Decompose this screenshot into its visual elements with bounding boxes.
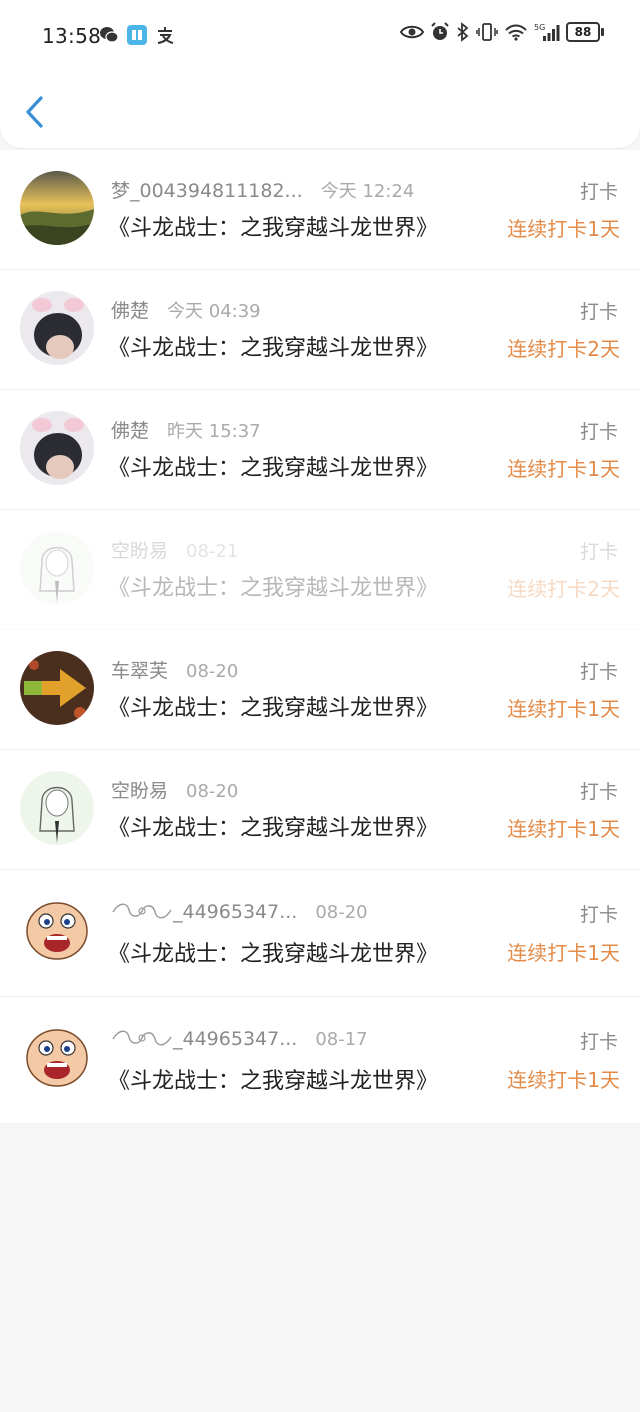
- chevron-left-icon: [26, 96, 43, 128]
- post-date: 08-21: [186, 541, 239, 562]
- notification-icons: [99, 25, 175, 45]
- checkin-label: 打卡: [579, 1031, 618, 1053]
- list-item[interactable]: 空盼易 08-21 《斗龙战士：之我穿越斗龙世界》 打卡 连续打卡2天: [0, 510, 640, 630]
- alipay-icon: [157, 27, 174, 44]
- streak-badge: 连续打卡1天: [507, 217, 620, 241]
- checkin-label: 打卡: [579, 421, 618, 443]
- user-meta: _44965347... 08-17: [111, 1027, 368, 1050]
- svg-text:5G: 5G: [534, 23, 545, 32]
- avatar[interactable]: [20, 771, 94, 845]
- streak-badge: 连续打卡1天: [507, 941, 620, 965]
- streak-badge: 连续打卡2天: [507, 577, 620, 601]
- book-title[interactable]: 《斗龙战士：之我穿越斗龙世界》: [108, 210, 438, 242]
- post-date: 08-20: [315, 902, 368, 923]
- decorative-name-prefix-icon: [112, 1030, 172, 1046]
- post-date: 08-20: [186, 781, 239, 802]
- checkin-label: 打卡: [579, 781, 618, 803]
- post-date: 08-17: [315, 1029, 368, 1050]
- user-meta: 梦_004394811182... 今天 12:24: [111, 176, 414, 203]
- wifi-icon: [505, 24, 527, 41]
- list-item[interactable]: 车翠芙 08-20 《斗龙战士：之我穿越斗龙世界》 打卡 连续打卡1天: [0, 630, 640, 750]
- status-time: 13:58: [42, 24, 102, 48]
- list-item[interactable]: _44965347... 08-17 《斗龙战士：之我穿越斗龙世界》 打卡 连续打…: [0, 997, 640, 1123]
- post-date: 昨天 15:37: [167, 421, 261, 442]
- user-name[interactable]: _44965347...: [173, 901, 297, 923]
- eye-icon: [400, 25, 424, 39]
- user-name[interactable]: 佛楚: [111, 420, 149, 442]
- streak-badge: 连续打卡1天: [507, 1068, 620, 1092]
- user-name[interactable]: 梦_004394811182...: [111, 180, 303, 202]
- streak-badge: 连续打卡2天: [507, 337, 620, 361]
- status-bar: 13:58 5G 88: [0, 0, 640, 74]
- wechat-icon: [100, 27, 119, 43]
- user-meta: 车翠芙 08-20: [111, 656, 238, 683]
- reader-app-icon: [127, 25, 147, 45]
- user-meta: _44965347... 08-20: [111, 900, 368, 923]
- avatar[interactable]: [20, 891, 94, 965]
- vibrate-icon: [476, 23, 498, 41]
- user-meta: 空盼易 08-20: [111, 776, 238, 803]
- bluetooth-icon: [457, 22, 469, 42]
- post-date: 今天 04:39: [167, 301, 261, 322]
- user-meta: 佛楚 昨天 15:37: [111, 416, 261, 443]
- signal-icon: 5G: [534, 23, 560, 41]
- system-icons: 5G 88: [400, 22, 604, 42]
- checkin-list: 梦_004394811182... 今天 12:24 《斗龙战士：之我穿越斗龙世界…: [0, 150, 640, 1123]
- checkin-label: 打卡: [579, 904, 618, 926]
- alarm-icon: [431, 22, 449, 40]
- checkin-label: 打卡: [579, 661, 618, 683]
- avatar[interactable]: [20, 171, 94, 245]
- book-title[interactable]: 《斗龙战士：之我穿越斗龙世界》: [108, 330, 438, 362]
- book-title[interactable]: 《斗龙战士：之我穿越斗龙世界》: [108, 690, 438, 722]
- streak-badge: 连续打卡1天: [507, 817, 620, 841]
- avatar[interactable]: [20, 291, 94, 365]
- post-date: 今天 12:24: [320, 181, 415, 202]
- streak-badge: 连续打卡1天: [507, 697, 620, 721]
- user-name[interactable]: 空盼易: [111, 540, 168, 562]
- decorative-name-prefix-icon: [112, 903, 172, 919]
- user-name[interactable]: 佛楚: [111, 300, 149, 322]
- list-item[interactable]: 佛楚 昨天 15:37 《斗龙战士：之我穿越斗龙世界》 打卡 连续打卡1天: [0, 390, 640, 510]
- book-title[interactable]: 《斗龙战士：之我穿越斗龙世界》: [108, 450, 438, 482]
- list-item[interactable]: 梦_004394811182... 今天 12:24 《斗龙战士：之我穿越斗龙世界…: [0, 150, 640, 270]
- checkin-label: 打卡: [579, 541, 618, 563]
- list-item[interactable]: 空盼易 08-20 《斗龙战士：之我穿越斗龙世界》 打卡 连续打卡1天: [0, 750, 640, 870]
- book-title[interactable]: 《斗龙战士：之我穿越斗龙世界》: [108, 1063, 438, 1095]
- avatar[interactable]: [20, 411, 94, 485]
- avatar[interactable]: [20, 1018, 94, 1092]
- book-title[interactable]: 《斗龙战士：之我穿越斗龙世界》: [108, 810, 438, 842]
- user-meta: 佛楚 今天 04:39: [111, 296, 261, 323]
- back-button[interactable]: [20, 92, 50, 132]
- list-item[interactable]: 佛楚 今天 04:39 《斗龙战士：之我穿越斗龙世界》 打卡 连续打卡2天: [0, 270, 640, 390]
- streak-badge: 连续打卡1天: [507, 457, 620, 481]
- user-meta: 空盼易 08-21: [111, 536, 238, 563]
- header: 13:58 5G 88: [0, 0, 640, 148]
- user-name[interactable]: _44965347...: [173, 1028, 297, 1050]
- book-title[interactable]: 《斗龙战士：之我穿越斗龙世界》: [108, 936, 438, 968]
- avatar[interactable]: [20, 531, 94, 605]
- avatar[interactable]: [20, 651, 94, 725]
- user-name[interactable]: 空盼易: [111, 780, 168, 802]
- checkin-label: 打卡: [579, 301, 618, 323]
- post-date: 08-20: [186, 661, 239, 682]
- user-name[interactable]: 车翠芙: [111, 660, 168, 682]
- list-item[interactable]: _44965347... 08-20 《斗龙战士：之我穿越斗龙世界》 打卡 连续打…: [0, 870, 640, 997]
- checkin-label: 打卡: [579, 181, 618, 203]
- book-title[interactable]: 《斗龙战士：之我穿越斗龙世界》: [108, 570, 438, 602]
- battery-icon: 88: [566, 22, 604, 42]
